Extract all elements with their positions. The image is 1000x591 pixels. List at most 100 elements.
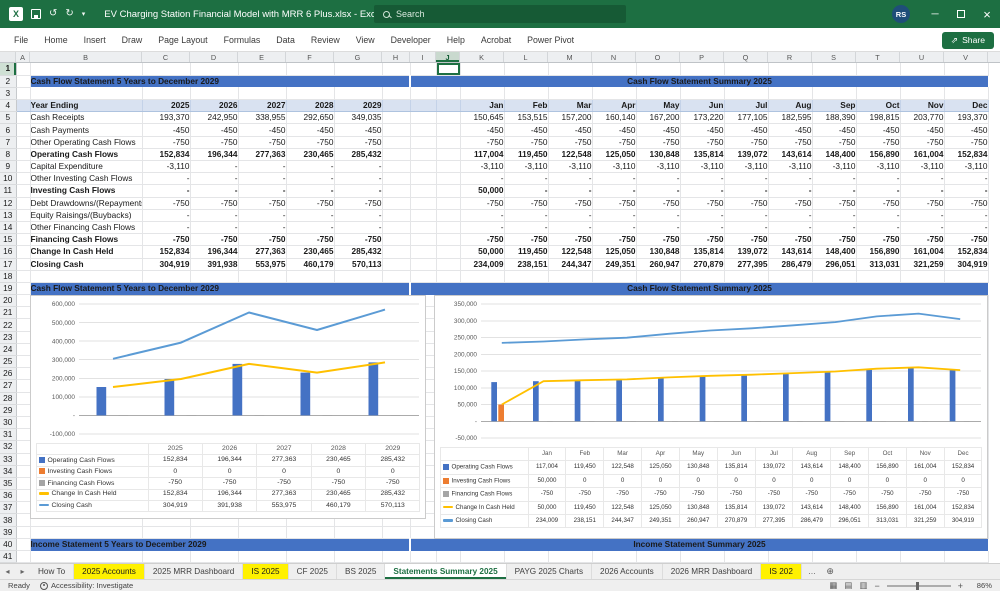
column-header-a[interactable]: A <box>16 52 30 62</box>
cell[interactable] <box>16 111 31 125</box>
cell-value[interactable]: 277,363 <box>238 147 287 162</box>
sheet-tab-2026-mrr-dashboard[interactable]: 2026 MRR Dashboard <box>663 564 762 579</box>
cell[interactable] <box>16 270 31 283</box>
cell-value[interactable]: -3,110 <box>142 160 191 174</box>
cell-value[interactable]: -450 <box>768 123 813 137</box>
cell[interactable] <box>436 99 461 113</box>
cell-value[interactable]: - <box>592 209 637 222</box>
cashflow-yearly-chart[interactable]: 600,000 500,000 400,000 300,000 200,000 100,0… <box>30 295 426 519</box>
cell[interactable] <box>382 148 411 162</box>
cell[interactable] <box>16 392 31 405</box>
cell[interactable] <box>16 343 31 357</box>
cell[interactable] <box>382 184 411 198</box>
cell-value[interactable]: - <box>286 221 335 235</box>
cell[interactable] <box>636 63 681 76</box>
section-header-chart-right[interactable]: Cash Flow Statement Summary 2025 <box>410 282 988 295</box>
month-column-header[interactable]: May <box>636 99 681 113</box>
cell[interactable] <box>680 550 725 563</box>
cell[interactable] <box>410 221 437 235</box>
cell[interactable] <box>636 550 681 563</box>
cell[interactable] <box>900 270 945 283</box>
cell-value[interactable]: - <box>900 209 945 222</box>
column-header-m[interactable]: M <box>548 52 592 62</box>
column-header-i[interactable]: I <box>410 52 436 62</box>
row-header-38[interactable]: 38 <box>0 513 17 527</box>
ribbon-tab-formulas[interactable]: Formulas <box>216 28 269 51</box>
cell[interactable] <box>436 148 461 162</box>
row-header-15[interactable]: 15 <box>0 233 17 247</box>
cell[interactable] <box>190 270 239 283</box>
cell-value[interactable]: - <box>286 160 335 174</box>
cell-value[interactable]: 135,814 <box>680 147 725 162</box>
cell[interactable] <box>410 245 437 259</box>
cell[interactable] <box>382 258 411 271</box>
cell-value[interactable]: - <box>334 184 383 198</box>
cell[interactable] <box>410 233 437 247</box>
cell-value[interactable]: - <box>238 221 287 235</box>
row-header-21[interactable]: 21 <box>0 306 17 320</box>
cell-value[interactable]: - <box>944 221 989 235</box>
cell[interactable] <box>436 209 461 222</box>
cell[interactable] <box>680 63 725 76</box>
cell-value[interactable]: 349,035 <box>334 111 383 125</box>
section-header-income-right[interactable]: Income Statement Summary 2025 <box>410 538 988 551</box>
cell-value[interactable]: 177,105 <box>724 111 769 125</box>
cell[interactable] <box>724 270 769 283</box>
cell[interactable] <box>190 550 239 563</box>
cell-value[interactable]: - <box>944 172 989 186</box>
cell-value[interactable]: 198,815 <box>856 111 901 125</box>
cell[interactable] <box>460 87 505 101</box>
cell-value[interactable]: -750 <box>460 233 505 247</box>
row-label[interactable]: Cash Receipts <box>30 111 143 125</box>
cell[interactable] <box>16 294 31 308</box>
cell[interactable] <box>410 87 437 101</box>
cell[interactable] <box>286 270 335 283</box>
cell-value[interactable]: 313,031 <box>856 257 901 271</box>
cell-value[interactable]: 285,432 <box>334 147 383 162</box>
cell-value[interactable]: - <box>504 172 549 186</box>
section-header-cashflow-left[interactable]: Cash Flow Statement 5 Years to December … <box>30 75 411 88</box>
cell[interactable] <box>436 87 461 101</box>
cell-value[interactable]: - <box>190 160 239 174</box>
add-sheet-button[interactable]: ⊕ <box>822 564 838 579</box>
cell-value[interactable]: 148,400 <box>812 245 857 259</box>
year-ending-header[interactable]: Year Ending <box>30 99 143 113</box>
row-label[interactable]: Cash Payments <box>30 123 143 137</box>
cell[interactable] <box>436 233 461 247</box>
account-avatar[interactable]: RS <box>892 5 910 23</box>
cell-value[interactable]: - <box>334 209 383 222</box>
cell[interactable] <box>436 136 461 149</box>
row-header-3[interactable]: 3 <box>0 87 17 101</box>
column-header-t[interactable]: T <box>856 52 900 62</box>
column-header-u[interactable]: U <box>900 52 944 62</box>
cell-value[interactable]: 304,919 <box>944 257 989 271</box>
cell[interactable] <box>334 526 383 539</box>
cell[interactable] <box>944 270 989 283</box>
row-header-34[interactable]: 34 <box>0 465 17 478</box>
cell[interactable] <box>382 221 411 235</box>
cell[interactable] <box>382 99 411 113</box>
column-header-r[interactable]: R <box>768 52 812 62</box>
cell[interactable] <box>410 209 437 222</box>
row-label[interactable]: Debt Drawdowns/(Repayments) <box>30 197 143 210</box>
month-column-header[interactable]: Aug <box>768 99 813 113</box>
cell[interactable] <box>16 160 31 174</box>
row-label[interactable]: Other Investing Cash Flows <box>30 172 143 186</box>
cell-value[interactable]: 553,975 <box>238 257 287 271</box>
cell-value[interactable]: 238,151 <box>504 257 549 271</box>
zoom-slider-handle[interactable] <box>915 581 919 590</box>
cell[interactable] <box>410 123 437 137</box>
cell[interactable] <box>592 270 637 283</box>
cell-value[interactable]: 304,919 <box>142 257 191 271</box>
cell-value[interactable]: - <box>724 184 769 198</box>
cell-value[interactable]: - <box>238 209 287 222</box>
cell[interactable] <box>768 87 813 101</box>
cell-value[interactable]: -450 <box>504 123 549 137</box>
year-column-header[interactable]: 2029 <box>334 99 383 113</box>
cell-value[interactable]: -450 <box>238 123 287 137</box>
cell-value[interactable]: - <box>142 172 191 186</box>
cell-value[interactable]: -750 <box>142 197 191 210</box>
ribbon-tab-developer[interactable]: Developer <box>383 28 439 51</box>
cell-value[interactable]: - <box>548 184 593 198</box>
cell-value[interactable]: - <box>680 184 725 198</box>
